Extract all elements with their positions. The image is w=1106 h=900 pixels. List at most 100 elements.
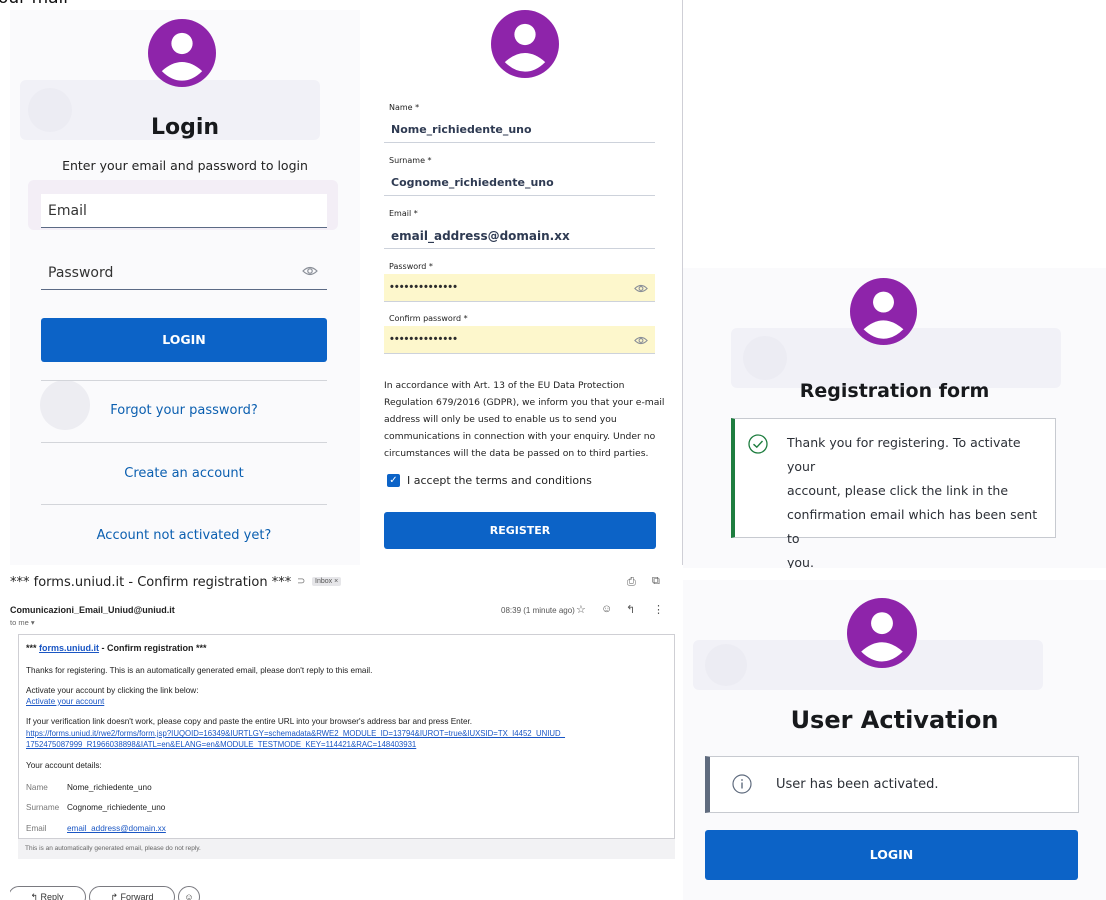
email-field-label: Email (48, 203, 87, 219)
divider (41, 504, 327, 505)
activation-message: User has been activated. (776, 777, 939, 792)
label-icon: ⊃ (297, 576, 306, 587)
login-title: Login (150, 115, 220, 140)
sender-name: Comunicazioni_Email_Uniud@uniud.it (10, 605, 175, 615)
star-icon[interactable]: ☆ (576, 603, 586, 616)
heading-prefix: *** (26, 643, 40, 653)
forward-button[interactable]: ↱ Forward (89, 886, 175, 900)
activate-account-link[interactable]: Activate your account (26, 697, 104, 706)
surname-label: Surname * (389, 156, 432, 165)
email-footer: This is an automatically generated email… (18, 838, 675, 859)
confirm-password-label: Confirm password * (389, 314, 468, 323)
login-panel: Login Enter your email and password to l… (10, 10, 360, 565)
email-label: Email * (389, 209, 418, 218)
fallback-text: If your verification link doesn't work, … (26, 717, 473, 726)
forward-label: Forward (120, 892, 154, 900)
confirm-password-dots: •••••••••••••• (390, 333, 458, 345)
password-label: Password * (389, 262, 433, 271)
login-subtitle: Enter your email and password to login (62, 158, 308, 173)
inbox-badge[interactable]: Inbox × (312, 577, 342, 586)
surname-input[interactable]: Cognome_richiedente_uno (384, 168, 655, 196)
registration-confirmation-panel: Registration form Thank you for register… (683, 268, 1106, 568)
detail-email-link[interactable]: email_address@domain.xx (67, 824, 166, 833)
terms-checkbox[interactable]: ✓ (387, 474, 400, 487)
password-field-label: Password (48, 265, 114, 281)
recipient-dropdown[interactable]: to me ▾ (10, 618, 35, 627)
create-account-link[interactable]: Create an account (41, 466, 327, 481)
verification-url-line[interactable]: 1752475087999_R1966038898&IATL=en&ELANG=… (26, 740, 416, 749)
terms-label[interactable]: I accept the terms and conditions (407, 474, 592, 487)
details-heading: Your account details: (26, 761, 102, 770)
email-subject: *** forms.uniud.it - Confirm registratio… (10, 575, 292, 590)
top-fragment-text: our mail (0, 0, 68, 8)
registration-form-title: Registration form (799, 380, 990, 402)
reply-label: Reply (40, 892, 64, 900)
avatar-icon (148, 19, 216, 87)
account-not-activated-link[interactable]: Account not activated yet? (41, 528, 327, 543)
confirm-password-input[interactable]: •••••••••••••• (384, 326, 655, 354)
forgot-password-link[interactable]: Forgot your password? (41, 403, 327, 418)
name-label: Name * (389, 103, 420, 112)
footer-text: This is an automatically generated email… (25, 845, 201, 852)
password-field[interactable]: Password (41, 256, 327, 290)
surname-value: Cognome_richiedente_uno (391, 176, 554, 189)
notice-line: account, please click the link in the (787, 483, 1009, 498)
gdpr-line: In accordance with Art. 13 of the EU Dat… (384, 380, 625, 391)
thanks-text: Thanks for registering. This is an autom… (26, 666, 373, 675)
register-button[interactable]: REGISTER (384, 512, 656, 549)
gdpr-line: Regulation 679/2016 (GDPR), we inform yo… (384, 397, 665, 408)
detail-value: Cognome_richiedente_uno (67, 803, 166, 812)
detail-value: Nome_richiedente_uno (67, 783, 152, 792)
heading-link[interactable]: forms.uniud.it (39, 643, 99, 653)
forward-arrow-icon: ↱ (110, 892, 121, 900)
detail-label: Name (26, 783, 48, 792)
gdpr-line: circumstances will the data be passed on… (384, 448, 649, 459)
open-new-window-icon[interactable]: ⧉ (652, 575, 660, 588)
user-activation-panel: User Activation User has been activated.… (683, 580, 1106, 900)
name-input[interactable]: Nome_richiedente_uno (384, 115, 655, 143)
gdpr-notice: In accordance with Art. 13 of the EU Dat… (384, 377, 674, 462)
emoji-reaction-button[interactable]: ☺ (178, 886, 200, 900)
bg-decoration (743, 336, 787, 380)
detail-label: Surname (26, 803, 60, 812)
info-icon (732, 774, 752, 799)
reply-button[interactable]: ↰ Reply (10, 886, 86, 900)
login-button[interactable]: LOGIN (41, 318, 327, 362)
success-notice: Thank you for registering. To activate y… (731, 418, 1056, 568)
eye-icon[interactable] (302, 264, 318, 280)
gdpr-line: communications in connection with your e… (384, 431, 656, 442)
emoji-icon[interactable]: ☺ (601, 603, 612, 615)
detail-label: Email (26, 824, 47, 833)
verification-url-line[interactable]: https://forms.uniud.it/rwe2/forms/form.j… (26, 729, 565, 738)
divider (41, 442, 327, 443)
name-value: Nome_richiedente_uno (391, 123, 532, 136)
heading-suffix: - Confirm registration *** (99, 643, 207, 653)
email-time: 08:39 (1 minute ago) (501, 606, 575, 615)
password-dots: •••••••••••••• (390, 281, 458, 293)
avatar-icon (850, 278, 917, 345)
notice-line: you. (787, 555, 814, 568)
notice-line: confirmation email which has been sent t… (787, 507, 1038, 546)
email-heading: *** forms.uniud.it - Confirm registratio… (26, 643, 207, 653)
user-activation-title: User Activation (790, 706, 999, 734)
notice-line: Thank you for registering. To activate y… (787, 435, 1021, 474)
reply-arrow-icon: ↰ (30, 892, 41, 900)
print-icon[interactable]: ⎙ (627, 576, 636, 589)
info-notice: User has been activated. (705, 756, 1079, 813)
check-circle-icon (748, 434, 768, 459)
register-email-input[interactable]: email_address@domain.xx (384, 221, 655, 249)
activation-login-button[interactable]: LOGIN (705, 830, 1078, 880)
eye-icon[interactable] (634, 333, 648, 349)
email-value: email_address@domain.xx (391, 229, 570, 243)
register-password-input[interactable]: •••••••••••••• (384, 274, 655, 302)
bg-decoration (705, 644, 747, 686)
more-options-icon[interactable]: ⋮ (653, 603, 664, 616)
email-field[interactable]: Email (41, 194, 327, 228)
avatar-icon (847, 598, 917, 668)
avatar-icon (491, 10, 559, 78)
activate-prompt: Activate your account by clicking the li… (26, 686, 199, 695)
reply-icon[interactable]: ↰ (626, 603, 635, 616)
divider (41, 380, 327, 381)
eye-icon[interactable] (634, 281, 648, 297)
email-body: *** forms.uniud.it - Confirm registratio… (18, 634, 675, 859)
